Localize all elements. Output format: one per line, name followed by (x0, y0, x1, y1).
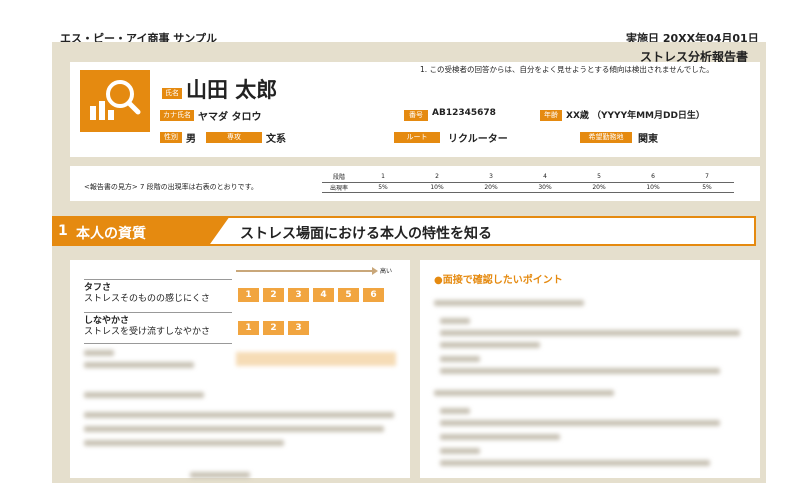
trait-divider (84, 279, 232, 280)
section-number: 1 (58, 223, 68, 239)
trait-scale: 1 2 3 (238, 321, 309, 335)
scale-cell: 5 (338, 288, 359, 302)
trait-desc: ストレスを受け流すしなやかさ (84, 327, 211, 337)
name-tag: 氏名 (162, 88, 182, 99)
scale-cell: 3 (288, 321, 309, 335)
section-heading: 本人の資質 (76, 226, 146, 242)
scale-cell: 1 (238, 321, 259, 335)
kana-value: ヤマダ タロウ (198, 112, 262, 123)
location-tag: 希望勤務地 (580, 132, 632, 143)
route-tag: ルート (394, 132, 440, 143)
scale-cell: 4 (313, 288, 334, 302)
rate-cell: 10% (626, 182, 680, 193)
rate-cell: 5% (680, 182, 734, 193)
location-value: 関東 (638, 134, 658, 145)
rate-row-label: 段階 (322, 172, 356, 183)
magnifier-chart-icon (80, 70, 150, 132)
level-cell: 6 (626, 172, 680, 183)
trait-scale: 1 2 3 4 5 6 (238, 288, 384, 302)
scale-cell: 6 (363, 288, 384, 302)
level-cell: 3 (464, 172, 518, 183)
section-subtitle: ストレス場面における本人の特性を知る (240, 226, 492, 242)
age-value: XX歳 （YYYY年MM月DD日生） (566, 111, 705, 121)
candidate-name: 山田 太郎 (186, 78, 278, 102)
rate-row-rates: 出現率 5% 10% 20% 30% 20% 10% 5% (322, 182, 734, 193)
id-tag: 番号 (404, 110, 428, 121)
rate-cell: 20% (464, 182, 518, 193)
scale-cell: 2 (263, 321, 284, 335)
level-cell: 5 (572, 172, 626, 183)
major-value: 文系 (266, 134, 286, 145)
rate-table: 段階 1 2 3 4 5 6 7 出現率 5% 10% 20% 30% 20% … (322, 172, 734, 193)
howto-label: <報告書の見方> 7 段階の出現率は右表のとおりです。 (84, 183, 258, 191)
high-label: 高い (380, 268, 393, 275)
scale-cell: 1 (238, 288, 259, 302)
trait-title: しなやかさ (84, 316, 130, 326)
trait-title: タフさ (84, 283, 112, 293)
route-value: リクルーター (448, 134, 508, 145)
level-cell: 7 (680, 172, 734, 183)
id-value: AB12345678 (432, 108, 496, 118)
major-tag: 専攻 (206, 132, 262, 143)
rate-row-levels: 段階 1 2 3 4 5 6 7 (322, 172, 734, 183)
rate-row-label: 出現率 (322, 182, 356, 193)
age-tag: 年齢 (540, 110, 562, 121)
arrow-right-icon (372, 267, 378, 275)
trait-divider (84, 312, 232, 313)
rate-cell: 10% (410, 182, 464, 193)
trait-desc: ストレスそのものの感じにくさ (84, 294, 210, 304)
gender-tag: 性別 (160, 132, 182, 143)
trait-divider (84, 343, 232, 344)
level-cell: 2 (410, 172, 464, 183)
kana-tag: カナ氏名 (160, 110, 194, 121)
rate-cell: 30% (518, 182, 572, 193)
points-title: ●面接で確認したいポイント (434, 275, 563, 286)
rate-cell: 5% (356, 182, 410, 193)
level-cell: 4 (518, 172, 572, 183)
gender-value: 男 (186, 134, 196, 145)
scale-arrow-line (236, 270, 374, 272)
scale-cell: 3 (288, 288, 309, 302)
scale-cell: 2 (263, 288, 284, 302)
rate-cell: 20% (572, 182, 626, 193)
level-cell: 1 (356, 172, 410, 183)
profile-note: 1. この受検者の回答からは、自分をよく見せようとする傾向は検出されませんでした… (420, 65, 714, 74)
